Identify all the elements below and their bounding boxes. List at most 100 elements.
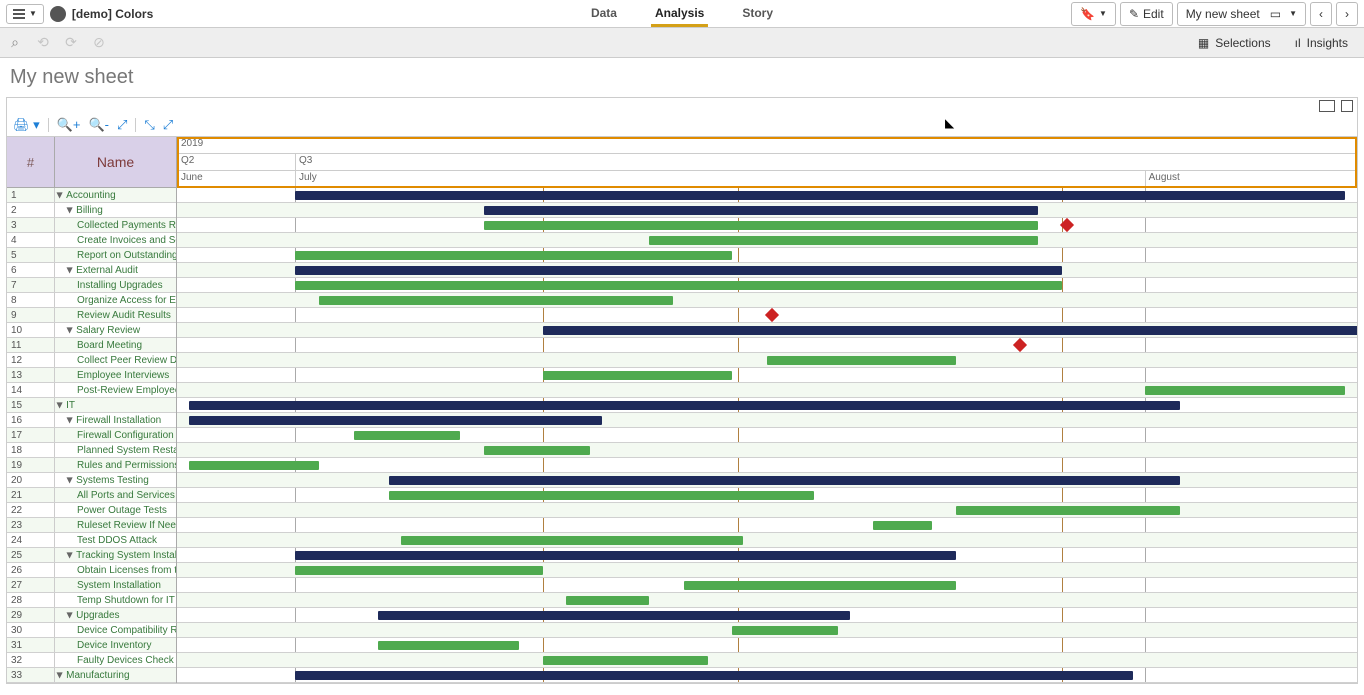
task-bar[interactable] — [484, 221, 1039, 230]
clear-selections-icon[interactable]: ⊘ — [90, 34, 108, 52]
summary-bar[interactable] — [295, 191, 1345, 200]
collapse-icon[interactable]: ▶ — [56, 192, 65, 198]
summary-bar[interactable] — [484, 206, 1039, 215]
table-row[interactable]: 9Review Audit Results — [7, 308, 176, 323]
task-bar[interactable] — [732, 626, 838, 635]
task-bar[interactable] — [543, 371, 732, 380]
gantt-row[interactable] — [177, 563, 1357, 578]
step-forward-icon[interactable]: ⟳ — [62, 34, 80, 52]
gantt-row[interactable] — [177, 503, 1357, 518]
table-row[interactable]: 12Collect Peer Review Data — [7, 353, 176, 368]
fullscreen-icon[interactable] — [1341, 100, 1353, 112]
collapse-icon[interactable]: ▶ — [66, 477, 75, 483]
main-menu-button[interactable]: ▼ — [6, 4, 44, 24]
print-icon[interactable]: 🖨 ▾ — [13, 117, 40, 133]
gantt-row[interactable] — [177, 443, 1357, 458]
task-bar[interactable] — [767, 356, 956, 365]
zoom-fit-icon[interactable]: ⤢ — [117, 117, 127, 133]
task-bar[interactable] — [378, 641, 520, 650]
gantt-row[interactable] — [177, 398, 1357, 413]
task-bar[interactable] — [295, 566, 543, 575]
table-row[interactable]: 1▶Accounting — [7, 188, 176, 203]
table-row[interactable]: 25▶Tracking System Installation — [7, 548, 176, 563]
tab-story[interactable]: Story — [738, 0, 777, 27]
table-row[interactable]: 16▶Firewall Installation — [7, 413, 176, 428]
table-row[interactable]: 6▶External Audit — [7, 263, 176, 278]
table-row[interactable]: 18Planned System Restart — [7, 443, 176, 458]
summary-bar[interactable] — [295, 551, 956, 560]
expand-icon[interactable]: ⤡ — [144, 117, 154, 133]
table-row[interactable]: 21All Ports and Services Test — [7, 488, 176, 503]
gantt-row[interactable] — [177, 668, 1357, 683]
gantt-row[interactable] — [177, 428, 1357, 443]
table-row[interactable]: 26Obtain Licenses from the V — [7, 563, 176, 578]
gantt-row[interactable] — [177, 353, 1357, 368]
gantt-row[interactable] — [177, 218, 1357, 233]
task-bar[interactable] — [484, 446, 590, 455]
table-row[interactable]: 13Employee Interviews — [7, 368, 176, 383]
gantt-row[interactable] — [177, 488, 1357, 503]
task-bar[interactable] — [401, 536, 743, 545]
table-row[interactable]: 15▶IT — [7, 398, 176, 413]
summary-bar[interactable] — [295, 266, 1062, 275]
gantt-row[interactable] — [177, 293, 1357, 308]
table-row[interactable]: 11Board Meeting — [7, 338, 176, 353]
gantt-row[interactable] — [177, 248, 1357, 263]
insights-button[interactable]: ıl Insights — [1285, 32, 1358, 54]
gantt-row[interactable] — [177, 473, 1357, 488]
gantt-row[interactable] — [177, 368, 1357, 383]
gantt-row[interactable] — [177, 263, 1357, 278]
table-row[interactable]: 4Create Invoices and Send I — [7, 233, 176, 248]
table-row[interactable]: 10▶Salary Review — [7, 323, 176, 338]
gantt-row[interactable] — [177, 533, 1357, 548]
table-row[interactable]: 33▶Manufacturing — [7, 668, 176, 683]
summary-bar[interactable] — [378, 611, 850, 620]
gantt-row[interactable] — [177, 578, 1357, 593]
bookmark-button[interactable]: 🔖 ▼ — [1071, 2, 1116, 26]
summary-bar[interactable] — [389, 476, 1180, 485]
gantt-row[interactable] — [177, 188, 1357, 203]
gantt-row[interactable] — [177, 203, 1357, 218]
table-row[interactable]: 31Device Inventory — [7, 638, 176, 653]
table-row[interactable]: 7Installing Upgrades — [7, 278, 176, 293]
column-header-hash[interactable]: # — [7, 137, 55, 187]
table-row[interactable]: 2▶Billing — [7, 203, 176, 218]
smart-search-icon[interactable]: ⌕ — [6, 34, 24, 52]
gantt-row[interactable] — [177, 233, 1357, 248]
table-row[interactable]: 17Firewall Configuration — [7, 428, 176, 443]
tab-analysis[interactable]: Analysis — [651, 0, 708, 27]
task-bar[interactable] — [189, 461, 319, 470]
tab-data[interactable]: Data — [587, 0, 621, 27]
gantt-row[interactable] — [177, 338, 1357, 353]
selections-button[interactable]: ▦ Selections — [1188, 32, 1281, 54]
task-bar[interactable] — [295, 251, 732, 260]
table-row[interactable]: 24Test DDOS Attack — [7, 533, 176, 548]
gantt-row[interactable] — [177, 608, 1357, 623]
step-back-icon[interactable]: ⟲ — [34, 34, 52, 52]
summary-bar[interactable] — [295, 671, 1133, 680]
gantt-row[interactable] — [177, 653, 1357, 668]
zoom-out-icon[interactable]: 🔍- — [88, 117, 109, 133]
gantt-row[interactable] — [177, 323, 1357, 338]
task-bar[interactable] — [649, 236, 1038, 245]
task-bar[interactable] — [956, 506, 1180, 515]
table-row[interactable]: 19Rules and Permissions Aud — [7, 458, 176, 473]
task-bar[interactable] — [566, 596, 649, 605]
gantt-row[interactable] — [177, 278, 1357, 293]
table-row[interactable]: 8Organize Access for Extern — [7, 293, 176, 308]
collapse-icon[interactable]: ▶ — [66, 417, 75, 423]
table-row[interactable]: 23Ruleset Review If Needed — [7, 518, 176, 533]
collapse-icon[interactable]: ▶ — [66, 267, 75, 273]
snapshot-icon[interactable] — [1319, 100, 1335, 112]
collapse-icon[interactable]: ⤢ — [163, 117, 173, 133]
table-row[interactable]: 27System Installation — [7, 578, 176, 593]
gantt-row[interactable] — [177, 518, 1357, 533]
task-bar[interactable] — [543, 656, 708, 665]
collapse-icon[interactable]: ▶ — [66, 612, 75, 618]
column-header-name[interactable]: Name — [55, 154, 176, 170]
gantt-row[interactable] — [177, 458, 1357, 473]
task-bar[interactable] — [684, 581, 955, 590]
edit-button[interactable]: ✎ Edit — [1120, 2, 1173, 26]
sheet-selector[interactable]: My new sheet ▭ ▼ — [1177, 2, 1306, 26]
table-row[interactable]: 14Post-Review Employee Int — [7, 383, 176, 398]
